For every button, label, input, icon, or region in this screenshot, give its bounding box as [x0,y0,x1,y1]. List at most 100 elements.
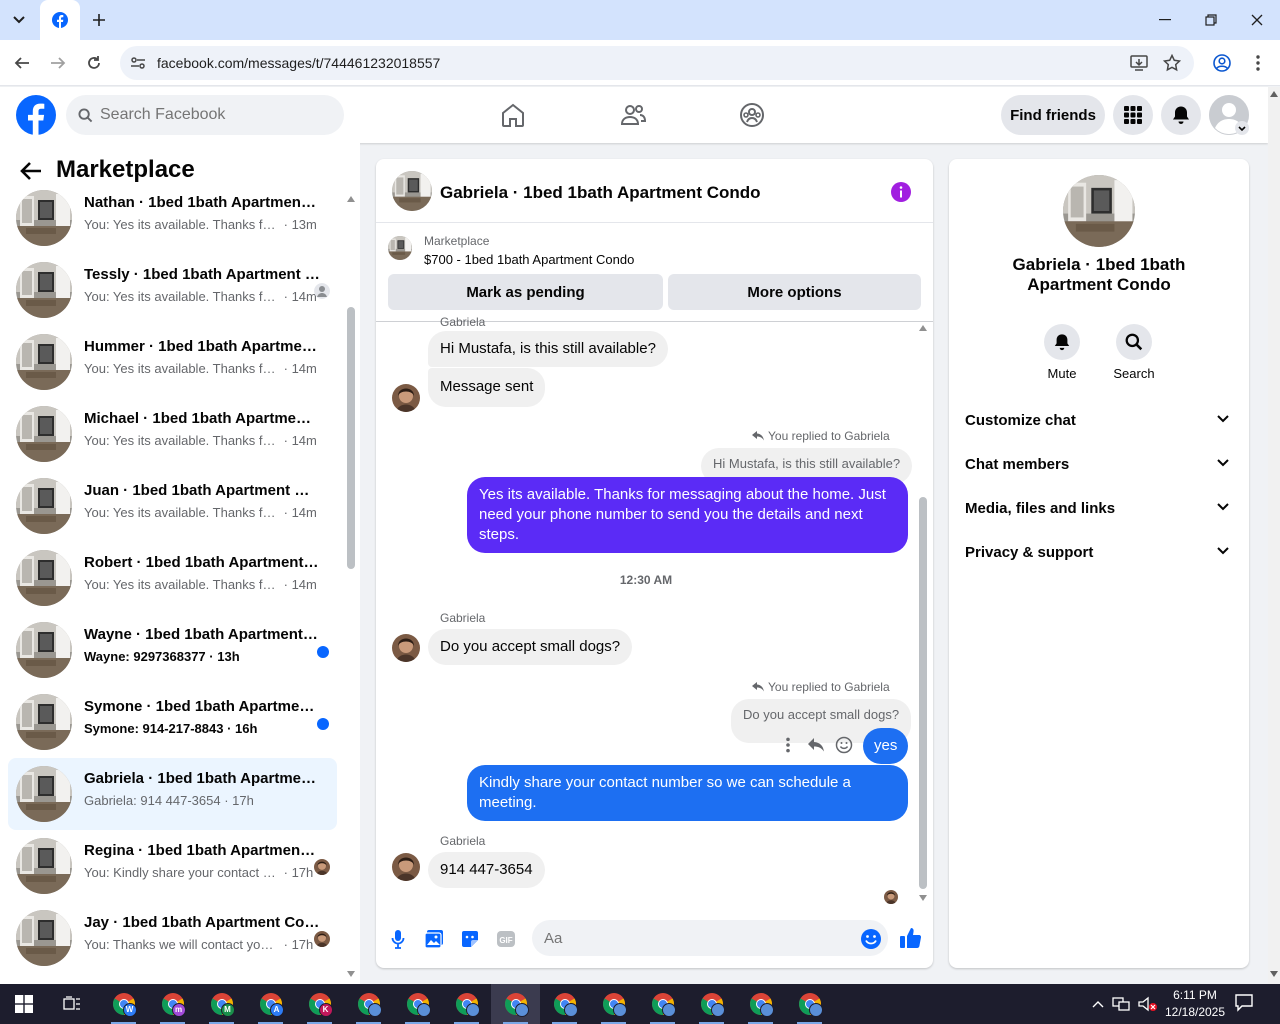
back-arrow-icon[interactable] [20,161,42,181]
taskbar-chrome-window[interactable] [540,984,589,1024]
system-clock[interactable]: 6:11 PM 12/18/2025 [1160,987,1230,1021]
install-app-icon[interactable] [1130,54,1148,72]
tab-search-button[interactable] [6,7,32,33]
emoji-icon[interactable] [860,928,882,950]
taskbar-chrome-window[interactable] [442,984,491,1024]
taskbar-chrome-window[interactable] [491,984,540,1024]
outgoing-message[interactable]: Kindly share your contact number so we c… [467,765,908,821]
conversation-item[interactable]: Michael · 1bed 1bath Apartment Condo You:… [8,398,337,470]
close-window-button[interactable] [1234,0,1280,40]
scroll-down-arrow-icon[interactable] [347,971,355,977]
chrome-menu-button[interactable] [1242,47,1274,79]
conversation-item[interactable]: Jay · 1bed 1bath Apartment Condo You: Tha… [8,902,337,974]
profile-badge [710,1003,725,1017]
taskbar-chrome-window[interactable] [638,984,687,1024]
attach-media-button[interactable] [420,921,448,957]
minimize-button[interactable] [1142,0,1188,40]
account-button[interactable] [1209,95,1249,135]
scroll-down-arrow-icon[interactable] [1270,971,1278,977]
sidebar-scrollbar[interactable] [347,307,355,569]
notifications-button[interactable] [1161,95,1201,135]
media-files-links-row[interactable]: Media, files and links [957,487,1241,531]
task-view-button[interactable] [48,984,96,1024]
conversation-item[interactable]: Wayne · 1bed 1bath Apartment Condo Wayne:… [8,614,337,686]
taskbar-chrome-window[interactable]: K [295,984,344,1024]
mute-action[interactable]: Mute [1032,324,1092,381]
conversation-item[interactable]: Nathan · 1bed 1bath Apartment Condo You: … [8,182,337,254]
taskbar-chrome-window[interactable] [589,984,638,1024]
taskbar-chrome-window[interactable] [687,984,736,1024]
gif-button[interactable]: GIF [492,921,520,957]
conversation-item[interactable]: Juan · 1bed 1bath Apartment Condo You: Ye… [8,470,337,542]
chat-title[interactable]: Gabriela · 1bed 1bath Apartment Condo [440,183,761,203]
contact-avatar[interactable] [1063,175,1135,247]
conversation-item[interactable]: Symone · 1bed 1bath Apartment Condo Symon… [8,686,337,758]
react-emoji-icon[interactable] [835,736,853,754]
menu-button[interactable] [1113,95,1153,135]
conversation-item[interactable]: Robert · 1bed 1bath Apartment Condo You: … [8,542,337,614]
sticker-button[interactable] [456,921,484,957]
message-more-icon[interactable] [784,736,792,754]
listing-thumbnail[interactable] [388,236,412,260]
taskbar-chrome-window[interactable]: m [148,984,197,1024]
outgoing-message[interactable]: yes [863,728,909,764]
page-scrollbar[interactable] [1268,87,1280,984]
privacy-support-row[interactable]: Privacy & support [957,531,1241,575]
forward-button[interactable] [42,47,74,79]
action-center-icon[interactable] [1234,992,1254,1012]
taskbar-chrome-window[interactable] [344,984,393,1024]
chat-avatar[interactable] [392,171,432,211]
new-tab-button[interactable] [86,7,112,33]
back-button[interactable] [6,47,38,79]
mark-as-pending-button[interactable]: Mark as pending [388,274,663,310]
scroll-up-arrow-icon[interactable] [919,325,927,331]
customize-chat-row[interactable]: Customize chat [957,399,1241,443]
incoming-message[interactable]: Hi Mustafa, is this still available? [428,331,668,367]
site-settings-icon[interactable] [130,55,146,71]
reload-button[interactable] [78,47,110,79]
bookmark-star-icon[interactable] [1163,54,1181,72]
incoming-message[interactable]: 914 447-3654 [428,852,545,888]
network-icon[interactable] [1112,996,1130,1012]
taskbar-chrome-window[interactable]: M [197,984,246,1024]
nav-home[interactable] [457,91,569,139]
volume-muted-icon[interactable] [1138,996,1158,1012]
reply-icon[interactable] [807,737,825,753]
chevron-up-icon[interactable] [1092,1000,1104,1008]
scroll-up-arrow-icon[interactable] [1270,91,1278,97]
incoming-message[interactable]: Do you accept small dogs? [428,629,633,665]
taskbar-chrome-window[interactable] [393,984,442,1024]
message-input[interactable] [532,920,888,956]
taskbar-chrome-window[interactable] [785,984,834,1024]
facebook-search-box[interactable] [66,95,344,135]
outgoing-message[interactable]: Yes its available. Thanks for messaging … [467,477,908,553]
nav-friends[interactable] [577,91,689,139]
chrome-profile-button[interactable] [1206,47,1238,79]
search-action[interactable]: Search [1104,324,1164,381]
taskbar-chrome-window[interactable]: W [99,984,148,1024]
chat-members-row[interactable]: Chat members [957,443,1241,487]
scroll-up-arrow-icon[interactable] [347,196,355,202]
incoming-message[interactable]: Message sent [428,368,546,407]
more-options-button[interactable]: More options [668,274,921,310]
info-icon[interactable] [890,181,912,203]
start-button[interactable] [0,984,48,1024]
nav-groups[interactable] [696,91,808,139]
find-friends-button[interactable]: Find friends [1001,95,1105,135]
conversation-item[interactable]: Regina · 1bed 1bath Apartment Condo You: … [8,830,337,902]
scroll-down-arrow-icon[interactable] [919,895,927,901]
facebook-search-input[interactable] [100,95,330,135]
conversation-item[interactable]: Hummer · 1bed 1bath Apartment Condo You: … [8,326,337,398]
address-bar[interactable]: facebook.com/messages/t/744461232018557 [120,46,1194,80]
voice-clip-button[interactable] [384,921,412,957]
browser-tab-facebook[interactable] [40,0,80,40]
restore-button[interactable] [1188,0,1234,40]
chat-scrollbar[interactable] [919,497,927,889]
taskbar-chrome-window[interactable] [736,984,785,1024]
conversation-item[interactable]: Tessly · 1bed 1bath Apartment Condo You: … [8,254,337,326]
listing-title[interactable]: $700 - 1bed 1bath Apartment Condo [424,252,634,267]
taskbar-chrome-window[interactable]: A [246,984,295,1024]
conversation-item[interactable]: Gabriela · 1bed 1bath Apartment Condo Gab… [8,758,337,830]
facebook-logo-icon[interactable] [16,95,56,135]
like-thumb-icon[interactable] [899,926,923,950]
